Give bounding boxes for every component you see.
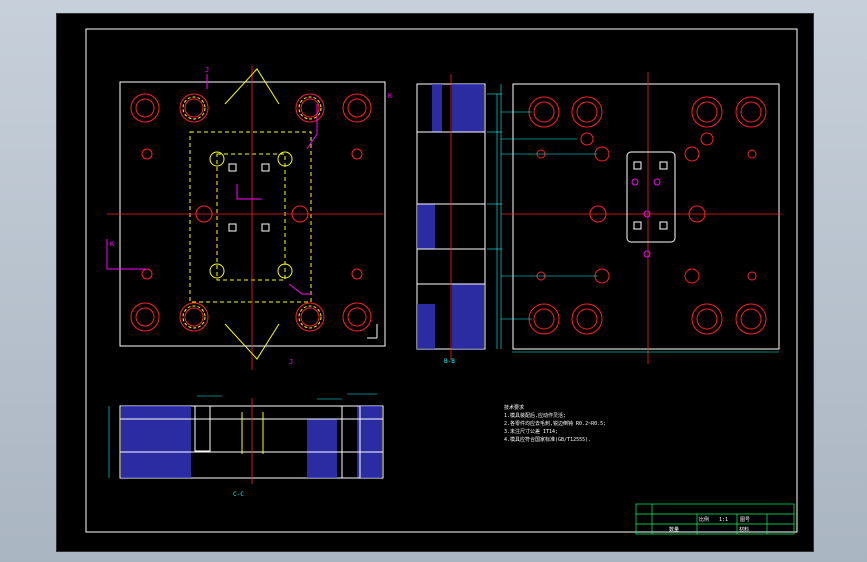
- mold-side-section: B-B: [416, 74, 502, 365]
- title-block-scale-label: 比例: [699, 516, 709, 523]
- title-block-material: 材料: [739, 526, 749, 533]
- notes-line-3: 3.未注尺寸公差 IT14;: [504, 428, 558, 435]
- title-block-quantity: 数量: [669, 526, 679, 533]
- cad-drawing: J J K K B-B C-C 技术要求 1.模具装配后,应动作灵活; 2.各零…: [85, 28, 798, 535]
- title-block: [635, 503, 795, 535]
- cad-drawing-viewport[interactable]: J J K K B-B C-C 技术要求 1.模具装配后,应动作灵活; 2.各零…: [56, 13, 814, 552]
- title-block-scale-value: 1:1: [719, 517, 728, 523]
- technical-notes: 技术要求 1.模具装配后,应动作灵活; 2.各零件均应去毛刺,锐边倒钝 R0.2…: [504, 404, 606, 443]
- mold-front-section: C-C: [108, 393, 384, 498]
- label-k-right: K: [388, 92, 393, 100]
- label-j-bottom: J: [289, 358, 293, 366]
- label-k-left: K: [110, 240, 115, 248]
- label-section-side: B-B: [444, 358, 455, 365]
- notes-line-1: 1.模具装配后,应动作灵活;: [504, 412, 566, 419]
- notes-line-2: 2.各零件均应去毛刺,锐边倒钝 R0.2~R0.5;: [504, 420, 606, 427]
- label-j-top: J: [205, 66, 209, 74]
- notes-heading: 技术要求: [504, 404, 524, 411]
- title-block-drawing-no: 图号: [740, 517, 750, 523]
- mold-plan-view-left: J J K K: [106, 66, 393, 370]
- mold-plan-view-right: [500, 72, 781, 364]
- label-section-front: C-C: [233, 491, 244, 498]
- notes-line-4: 4.模具应符合国家标准(GB/T12555).: [504, 436, 591, 443]
